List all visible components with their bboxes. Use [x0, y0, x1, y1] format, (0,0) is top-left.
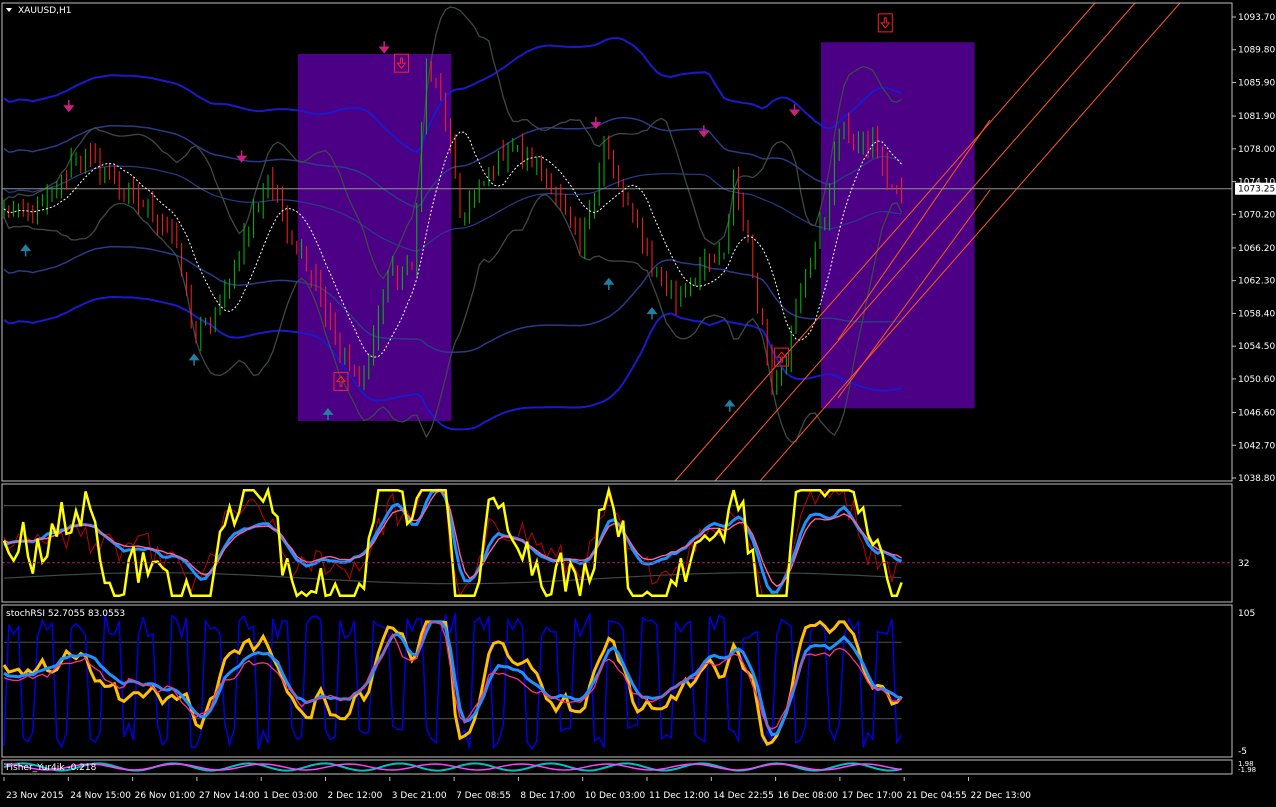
y-tick-label: 1042.70 [1238, 441, 1275, 451]
y-tick-label: 1038.80 [1238, 474, 1275, 484]
x-tick-label: 23 Nov 2015 [6, 791, 64, 801]
x-tick-label: 2 Dec 12:00 [328, 791, 383, 801]
x-tick-label: 1 Dec 03:00 [263, 791, 318, 801]
osc1-level-label: 32 [1238, 559, 1249, 569]
y-tick-label: 1054.50 [1238, 342, 1275, 352]
y-tick-label: 1062.30 [1238, 277, 1275, 287]
y-tick-label: 1081.90 [1238, 112, 1275, 122]
x-tick-label: 8 Dec 17:00 [520, 791, 575, 801]
y-tick-label: 1085.90 [1238, 78, 1275, 88]
signal-box [821, 42, 975, 409]
y-tick-label: 1058.40 [1238, 309, 1275, 319]
x-tick-label: 17 Dec 17:00 [842, 791, 903, 801]
y-tick-label: 1070.20 [1238, 210, 1275, 220]
stoch-tick-label: -5 [1238, 747, 1247, 757]
x-tick-label: 22 Dec 13:00 [971, 791, 1032, 801]
chart-background [0, 0, 1276, 807]
stoch-tick-label: 105 [1238, 609, 1255, 619]
chart-title: XAUUSD,H1 [18, 6, 72, 16]
x-tick-label: 16 Dec 08:00 [778, 791, 839, 801]
stoch-title: stochRSI 52.7055 83.0553 [6, 609, 125, 619]
fisher-tick-label: -1.98 [1238, 766, 1256, 774]
current-price-label: 1073.25 [1238, 185, 1275, 195]
y-tick-label: 1046.60 [1238, 409, 1275, 419]
y-tick-label: 1089.80 [1238, 46, 1275, 56]
y-tick-label: 1066.20 [1238, 244, 1275, 254]
x-tick-label: 21 Dec 04:55 [906, 791, 967, 801]
signal-box [297, 53, 452, 421]
x-tick-label: 14 Dec 22:55 [713, 791, 774, 801]
x-tick-label: 11 Dec 12:00 [649, 791, 710, 801]
trading-chart[interactable]: 1093.701089.801085.901081.901078.001074.… [0, 0, 1276, 807]
x-tick-label: 27 Nov 14:00 [199, 791, 260, 801]
x-tick-label: 3 Dec 21:00 [392, 791, 447, 801]
x-tick-label: 26 Nov 01:00 [135, 791, 196, 801]
y-tick-label: 1050.60 [1238, 375, 1275, 385]
x-tick-label: 7 Dec 08:55 [456, 791, 511, 801]
y-tick-label: 1078.00 [1238, 145, 1275, 155]
fisher-title: Fisher_Yur4ik -0.218 [6, 763, 97, 773]
y-tick-label: 1093.70 [1238, 13, 1275, 23]
x-tick-label: 10 Dec 03:00 [585, 791, 646, 801]
x-tick-label: 24 Nov 15:00 [70, 791, 131, 801]
